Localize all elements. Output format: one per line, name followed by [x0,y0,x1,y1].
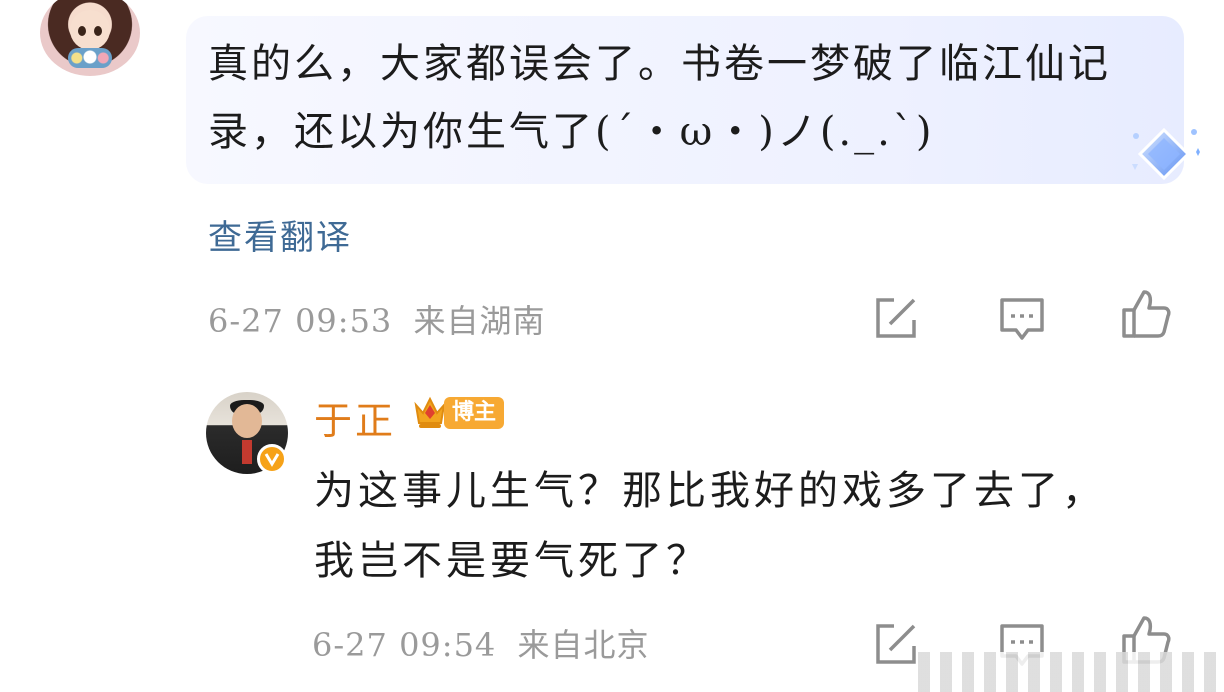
comment-text: 真的么，大家都误会了。书卷一梦破了临江仙记录，还以为你生气了(´・ω・)ノ(._… [208,41,1111,155]
comment-meta: 6-27 09:53 来自湖南 [208,296,545,342]
avatar-head [232,404,262,438]
share-edit-button[interactable] [870,292,922,344]
reply-time: 6-27 09:54 [312,626,497,664]
reply-share-edit-button[interactable] [870,618,922,670]
crown-icon [414,396,446,428]
watermark-strip [918,652,1224,692]
like-button[interactable] [1120,288,1172,340]
verified-v-icon [257,444,287,474]
translate-link[interactable]: 查看翻译 [208,210,352,259]
reply-username[interactable]: 于正 [314,390,396,445]
comment-button[interactable] [996,292,1048,344]
commenter-avatar[interactable] [40,0,140,76]
reply-location: 来自北京 [517,626,650,664]
avatar-face [70,10,110,50]
reply-meta: 6-27 09:54 来自北京 [312,620,649,666]
avatar-flowers [68,48,112,68]
share-edit-icon [876,298,916,338]
host-badge: 博主 [412,393,504,433]
reply-text: 为这事儿生气？那比我好的戏多了去了，我岂不是要气死了？ [314,468,1106,584]
comment-icon [1000,298,1044,340]
avatar-eye [78,26,86,36]
comment-time: 6-27 09:53 [208,302,393,340]
avatar-eye [94,26,102,36]
like-icon [1122,290,1171,338]
comment-location: 来自湖南 [413,302,546,340]
blue-diamond-icon [1132,127,1200,181]
avatar-shirt [242,440,252,464]
share-edit-icon [876,624,916,664]
host-badge-label: 博主 [444,397,504,429]
